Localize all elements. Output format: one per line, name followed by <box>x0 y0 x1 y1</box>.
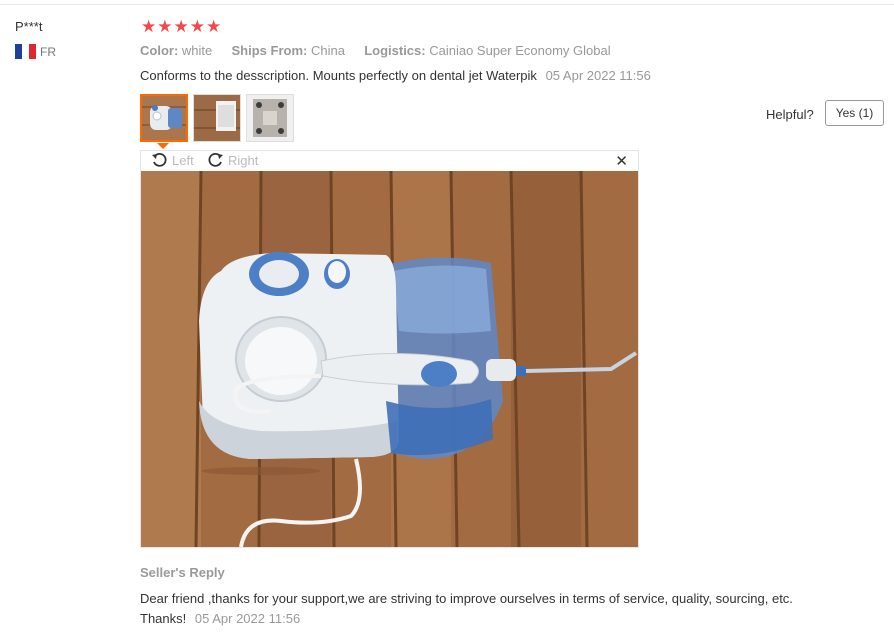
rotate-right-label: Right <box>228 152 259 168</box>
rotate-right-button[interactable]: Right <box>207 152 258 168</box>
review-thumbnails <box>140 94 299 142</box>
thumbnail-1[interactable] <box>140 94 188 142</box>
star-rating: ★ ★ ★ ★ ★ <box>141 18 222 35</box>
review-meta: Color: white Ships From: China Logistics… <box>140 43 611 58</box>
logistics-label: Logistics: <box>364 43 426 58</box>
image-viewer: Left Right ✕ <box>140 150 639 548</box>
star-icon: ★ <box>141 17 157 36</box>
country-code: FR <box>40 44 56 59</box>
star-icon: ★ <box>157 17 173 36</box>
helpful-label: Helpful? <box>766 107 814 122</box>
rotate-right-icon <box>208 152 223 167</box>
seller-reply-body: Dear friend ,thanks for your support,we … <box>140 589 820 629</box>
active-thumbnail-indicator <box>157 143 169 149</box>
viewer-toolbar: Left Right ✕ <box>141 151 638 171</box>
thumbnail-3[interactable] <box>246 94 294 142</box>
star-icon: ★ <box>173 17 189 36</box>
helpful-yes-button[interactable]: Yes (1) <box>825 100 884 126</box>
star-icon: ★ <box>189 17 205 36</box>
flag-fr-icon <box>15 44 36 59</box>
star-icon: ★ <box>206 17 222 36</box>
top-divider <box>0 0 894 5</box>
logistics-value: Cainiao Super Economy Global <box>429 43 611 58</box>
thumbnail-2[interactable] <box>193 94 241 142</box>
color-value: white <box>181 43 213 58</box>
seller-reply-heading: Seller's Reply <box>140 565 225 580</box>
review-body: Conforms to the desscription. Mounts per… <box>140 68 651 83</box>
seller-reply-date: 05 Apr 2022 11:56 <box>194 611 301 626</box>
review-photo <box>141 171 638 547</box>
close-icon[interactable]: ✕ <box>615 152 628 170</box>
ships-from-value: China <box>310 43 345 58</box>
color-label: Color: <box>140 43 179 58</box>
review-date: 05 Apr 2022 11:56 <box>545 68 651 83</box>
reviewer-name: P***t <box>15 19 43 34</box>
review-text: Conforms to the desscription. Mounts per… <box>140 68 537 83</box>
rotate-left-label: Left <box>172 152 194 168</box>
rotate-left-button[interactable]: Left <box>151 152 194 168</box>
rotate-left-icon <box>152 152 167 167</box>
ships-from-label: Ships From: <box>231 43 308 58</box>
reviewer-country: FR <box>15 44 56 59</box>
